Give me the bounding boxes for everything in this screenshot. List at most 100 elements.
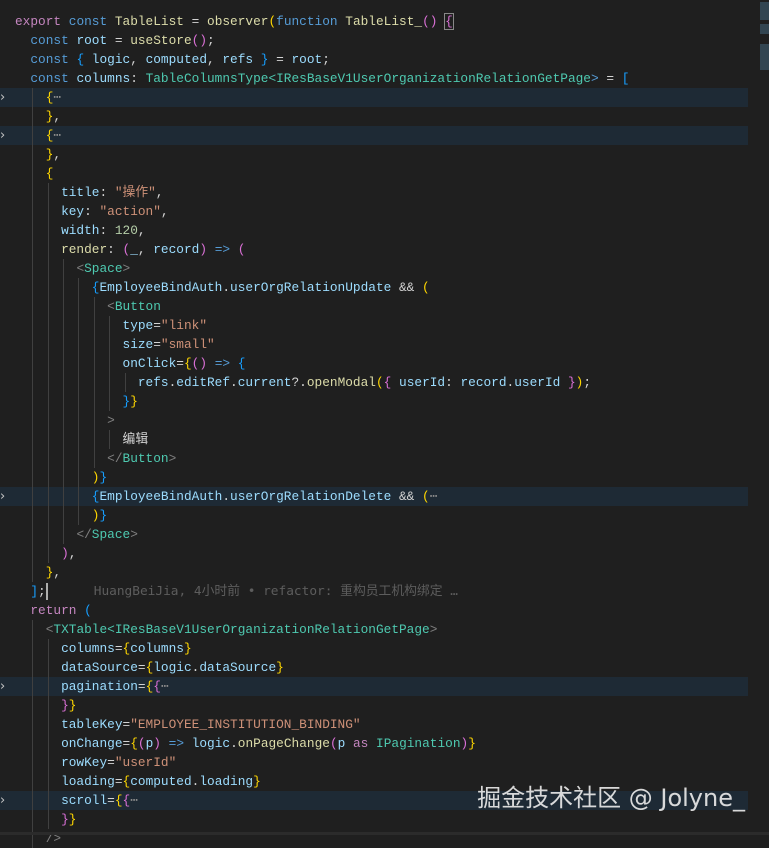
indent-guide (93, 392, 95, 411)
indent-guide (32, 183, 34, 202)
code-line[interactable]: key: "action", (0, 202, 769, 221)
code-token: } (253, 774, 261, 789)
code-line[interactable]: rowKey="userId" (0, 753, 769, 772)
code-token: type (122, 318, 154, 333)
indent-guide (47, 810, 49, 829)
code-line[interactable]: }, (0, 107, 769, 126)
code-line[interactable]: title: "操作", (0, 183, 769, 202)
code-token: ; (207, 33, 215, 48)
indent-guide (47, 506, 49, 525)
code-line[interactable]: › {⋯ (0, 126, 748, 145)
code-line[interactable]: export const TableList = observer(functi… (0, 12, 769, 31)
code-token: const (30, 71, 77, 86)
fold-chevron-icon[interactable]: › (0, 88, 12, 107)
code-token: > (107, 413, 115, 428)
code-line[interactable]: <Space> (0, 259, 769, 278)
code-line[interactable]: const root = useStore(); (0, 31, 769, 50)
indent-guide (47, 696, 49, 715)
code-token: ⋯ (53, 90, 62, 105)
code-line[interactable]: <Button (0, 297, 769, 316)
code-token: } (99, 470, 108, 485)
code-line[interactable]: refs.editRef.current?.openModal({ userId… (0, 373, 769, 392)
code-token: = (183, 14, 208, 29)
code-token: : (445, 375, 461, 390)
code-line[interactable]: const { logic, computed, refs } = root; (0, 50, 769, 69)
indent-guide (63, 335, 65, 354)
code-token: rowKey (61, 755, 108, 770)
code-line[interactable]: ), (0, 544, 769, 563)
code-token: : (107, 242, 123, 257)
code-line[interactable]: const columns: TableColumnsType<IResBase… (0, 69, 769, 88)
code-line[interactable]: </Space> (0, 525, 769, 544)
code-token: TableList_ (345, 14, 423, 29)
code-line[interactable]: › {EmployeeBindAuth.userOrgRelationDelet… (0, 487, 748, 506)
code-line[interactable]: > (0, 411, 769, 430)
code-token: , (130, 52, 146, 67)
code-line[interactable]: ]; HuangBeiJia, 4小时前 • refactor: 重构员工机构绑定… (0, 582, 769, 601)
code-token: "action" (99, 204, 161, 219)
code-line[interactable]: }} (0, 696, 769, 715)
code-token: return (30, 603, 85, 618)
fold-chevron-icon[interactable]: › (0, 791, 12, 810)
indent-guide (93, 430, 95, 449)
code-line[interactable]: <TXTable<IResBaseV1UserOrganizationRelat… (0, 620, 769, 639)
code-token: , (137, 223, 146, 238)
code-token: } (61, 812, 69, 827)
code-line[interactable]: › {⋯ (0, 88, 748, 107)
code-token: refs (222, 52, 254, 67)
code-line[interactable]: }, (0, 145, 769, 164)
indent-guide (32, 506, 34, 525)
indent-guide (93, 373, 95, 392)
code-line[interactable]: }} (0, 392, 769, 411)
indent-guide (63, 297, 65, 316)
code-line[interactable]: onChange={(p) => logic.onPageChange(p as… (0, 734, 769, 753)
code-line[interactable]: )} (0, 506, 769, 525)
indent-guide (47, 677, 49, 696)
code-token: . (230, 736, 238, 751)
indent-guide (47, 411, 49, 430)
code-line[interactable]: render: (_, record) => ( (0, 240, 769, 259)
indent-guide (78, 430, 80, 449)
code-line[interactable]: tableKey="EMPLOYEE_INSTITUTION_BINDING" (0, 715, 769, 734)
code-line[interactable]: {EmployeeBindAuth.userOrgRelationUpdate … (0, 278, 769, 297)
code-token: ] (30, 584, 39, 599)
code-token: = (268, 52, 292, 67)
code-token: scroll (61, 793, 108, 808)
code-line[interactable]: return ( (0, 601, 769, 620)
code-token: () (191, 356, 208, 371)
fold-chevron-icon[interactable]: › (0, 126, 12, 145)
code-token: = (137, 679, 146, 694)
code-token: ( (84, 603, 92, 618)
code-line[interactable]: dataSource={logic.dataSource} (0, 658, 769, 677)
code-token: ) (199, 242, 208, 257)
code-line[interactable]: size="small" (0, 335, 769, 354)
fold-chevron-icon[interactable]: › (0, 677, 12, 696)
code-line[interactable]: onClick={() => { (0, 354, 769, 373)
code-editor[interactable]: export const TableList = observer(functi… (0, 0, 769, 848)
code-token: { (183, 356, 192, 371)
code-token: ) (153, 736, 161, 751)
indent-guide (63, 316, 65, 335)
code-line[interactable]: { (0, 164, 769, 183)
code-line[interactable]: 编辑 (0, 430, 769, 449)
indent-guide (32, 335, 34, 354)
minimap[interactable] (757, 0, 769, 80)
indent-guide (47, 734, 49, 753)
code-line[interactable]: </Button> (0, 449, 769, 468)
code-token: "link" (160, 318, 207, 333)
code-line[interactable]: columns={columns} (0, 639, 769, 658)
code-line[interactable]: type="link" (0, 316, 769, 335)
code-line[interactable]: )} (0, 468, 769, 487)
fold-chevron-icon[interactable]: › (0, 487, 12, 506)
code-token: ; (583, 375, 592, 390)
code-token: computed (145, 52, 207, 67)
code-line[interactable]: width: 120, (0, 221, 769, 240)
code-line[interactable]: }, (0, 563, 769, 582)
code-token: { (76, 52, 92, 67)
code-line[interactable]: › pagination={{⋯ (0, 677, 748, 696)
indent-guide (32, 392, 34, 411)
indent-guide (32, 240, 34, 259)
code-token: } (61, 698, 69, 713)
code-token: , (68, 546, 77, 561)
